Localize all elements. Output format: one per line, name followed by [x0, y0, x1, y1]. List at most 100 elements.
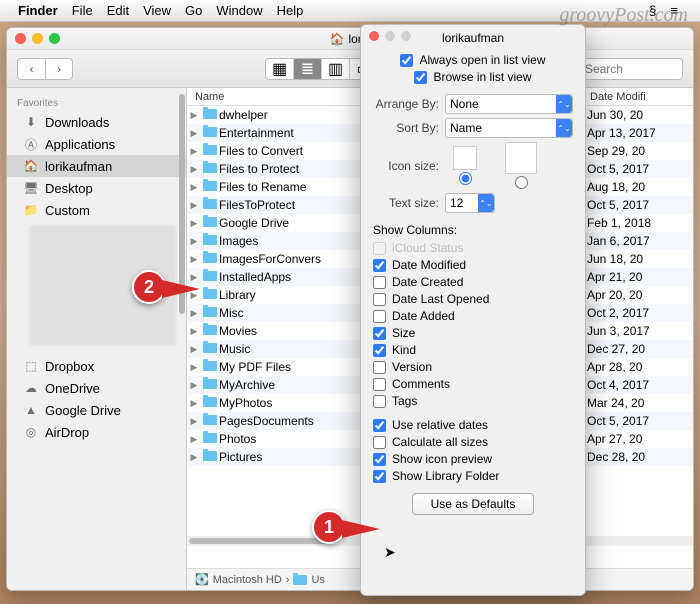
option-show-icon-preview-checkbox[interactable] [373, 453, 386, 466]
icon-size-small-preview [453, 146, 477, 170]
sidebar-scrollbar[interactable] [178, 88, 186, 590]
sidebar-item-custom[interactable]: 📁Custom [7, 199, 186, 221]
column-comments-checkbox[interactable] [373, 378, 386, 391]
disclosure-icon[interactable]: ▶ [187, 128, 201, 139]
browse-list-checkbox[interactable] [414, 71, 427, 84]
file-date: Jun 3, 2017 [579, 324, 693, 338]
menubar-extra-icon[interactable]: ≡ [670, 3, 678, 18]
menu-help[interactable]: Help [277, 3, 304, 18]
column-option-label: Kind [392, 343, 416, 357]
menu-file[interactable]: File [72, 3, 93, 18]
column-date-last-opened-checkbox[interactable] [373, 293, 386, 306]
column-version-checkbox[interactable] [373, 361, 386, 374]
file-date: Dec 28, 20 [579, 450, 693, 464]
disclosure-icon[interactable]: ▶ [187, 416, 201, 427]
file-date: Oct 5, 2017 [579, 162, 693, 176]
arrange-by-select[interactable]: None⌃⌄ [445, 94, 573, 114]
column-date[interactable]: Date Modifi [582, 88, 693, 105]
folder-icon [201, 450, 219, 464]
sidebar-item-label: lorikaufman [45, 159, 112, 174]
disclosure-icon[interactable]: ▶ [187, 236, 201, 247]
disclosure-icon[interactable]: ▶ [187, 434, 201, 445]
icon-size-small-radio[interactable] [459, 172, 472, 185]
sidebar-section-favorites: Favorites [7, 94, 186, 111]
column-option-label: Tags [392, 394, 417, 408]
menu-window[interactable]: Window [216, 3, 262, 18]
folder-icon [201, 270, 219, 284]
always-open-checkbox[interactable] [400, 54, 413, 67]
folder-icon [201, 360, 219, 374]
sidebar-item-dropbox[interactable]: ⬚Dropbox [7, 355, 186, 377]
icon-size-large-radio[interactable] [515, 176, 528, 189]
column-option-label: Comments [392, 377, 450, 391]
forward-button[interactable]: › [45, 58, 73, 80]
view-list-button[interactable]: ≣ [294, 59, 322, 79]
sidebar-item-label: Downloads [45, 115, 109, 130]
disclosure-icon[interactable]: ▶ [187, 272, 201, 283]
menubar: Finder File Edit View Go Window Help § ≡ [0, 0, 700, 22]
column-tags-checkbox[interactable] [373, 395, 386, 408]
view-column-button[interactable]: ▥ [322, 59, 350, 79]
option-use-relative-dates-checkbox[interactable] [373, 419, 386, 432]
popover-traffic[interactable] [369, 31, 411, 41]
menu-go[interactable]: Go [185, 3, 202, 18]
view-icon-button[interactable]: ▦ [266, 59, 294, 79]
folder-icon [201, 180, 219, 194]
menu-app[interactable]: Finder [18, 3, 58, 18]
search-input[interactable] [585, 62, 665, 76]
disclosure-icon[interactable]: ▶ [187, 362, 201, 373]
sidebar-item-label: AirDrop [45, 425, 89, 440]
disclosure-icon[interactable]: ▶ [187, 182, 201, 193]
option-show-library-folder-checkbox[interactable] [373, 470, 386, 483]
sidebar-item-downloads[interactable]: ⬇Downloads [7, 111, 186, 133]
disclosure-icon[interactable]: ▶ [187, 290, 201, 301]
disclosure-icon[interactable]: ▶ [187, 218, 201, 229]
file-date: Jun 30, 20 [579, 108, 693, 122]
sidebar-item-desktop[interactable]: 🖥Desktop [7, 177, 186, 199]
disclosure-icon[interactable]: ▶ [187, 326, 201, 337]
sort-by-select[interactable]: Name⌃⌄ [445, 118, 573, 138]
disclosure-icon[interactable]: ▶ [187, 344, 201, 355]
disclosure-icon[interactable]: ▶ [187, 164, 201, 175]
sidebar-item-applications[interactable]: ⒶApplications [7, 133, 186, 155]
column-date-created-checkbox[interactable] [373, 276, 386, 289]
file-date: Oct 2, 2017 [579, 306, 693, 320]
folder-icon [201, 396, 219, 410]
column-date-modified-checkbox[interactable] [373, 259, 386, 272]
menu-edit[interactable]: Edit [107, 3, 129, 18]
disclosure-icon[interactable]: ▶ [187, 200, 201, 211]
nav-buttons: ‹ › [17, 58, 73, 80]
home-icon: 🏠 [330, 32, 345, 46]
menubar-extra-icon[interactable]: § [649, 3, 656, 18]
use-as-defaults-button[interactable]: Use as Defaults [412, 493, 535, 515]
column-icloud-status-checkbox[interactable] [373, 242, 386, 255]
column-date-added-checkbox[interactable] [373, 310, 386, 323]
column-option-label: iCloud Status [392, 241, 463, 255]
traffic-lights[interactable] [15, 33, 60, 44]
path-disk[interactable]: Macintosh HD [213, 574, 282, 586]
file-date: Apr 28, 20 [579, 360, 693, 374]
disclosure-icon[interactable]: ▶ [187, 308, 201, 319]
option-label: Calculate all sizes [392, 435, 488, 449]
disclosure-icon[interactable]: ▶ [187, 146, 201, 157]
disclosure-icon[interactable]: ▶ [187, 452, 201, 463]
column-kind-checkbox[interactable] [373, 344, 386, 357]
finder-window: 🏠 lorik ‹ › ▦ ≣ ▥ ▭ ☰▾ ⚙▾ ⤴ ◯ 🔍 Favorite… [6, 27, 694, 591]
home-icon: 🏠 [23, 159, 39, 173]
disclosure-icon[interactable]: ▶ [187, 254, 201, 265]
option-calculate-all-sizes-checkbox[interactable] [373, 436, 386, 449]
back-button[interactable]: ‹ [17, 58, 45, 80]
disclosure-icon[interactable]: ▶ [187, 110, 201, 121]
path-next[interactable]: Us [311, 574, 324, 586]
disclosure-icon[interactable]: ▶ [187, 398, 201, 409]
text-size-select[interactable]: 12⌃⌄ [445, 193, 495, 213]
disclosure-icon[interactable]: ▶ [187, 380, 201, 391]
apps-icon: Ⓐ [23, 136, 39, 153]
icon-size-label: Icon size: [373, 159, 439, 173]
sidebar-item-airdrop[interactable]: ◎AirDrop [7, 421, 186, 443]
sidebar-item-onedrive[interactable]: ☁OneDrive [7, 377, 186, 399]
column-size-checkbox[interactable] [373, 327, 386, 340]
sidebar-item-google drive[interactable]: ▲Google Drive [7, 399, 186, 421]
menu-view[interactable]: View [143, 3, 171, 18]
sidebar-item-lorikaufman[interactable]: 🏠 lorikaufman [7, 155, 186, 177]
